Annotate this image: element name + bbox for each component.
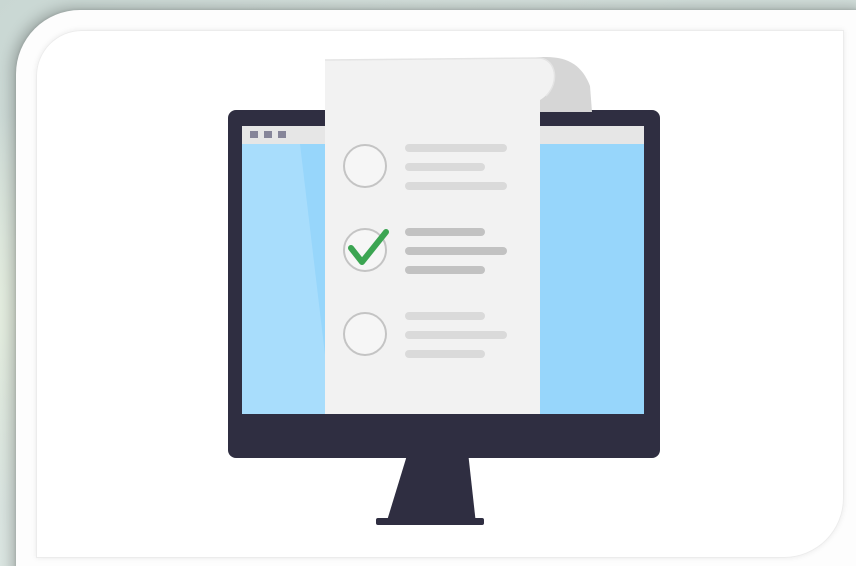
- browser-dot-3: [278, 131, 286, 138]
- item-2-line-1: [405, 228, 485, 236]
- monitor-base: [376, 518, 484, 525]
- item-1-line-3: [405, 182, 507, 190]
- browser-dot-2: [264, 131, 272, 138]
- item-2-line-2: [405, 247, 507, 255]
- browser-dot-1: [250, 131, 258, 138]
- item-3-line-2: [405, 331, 507, 339]
- item-2-line-3: [405, 266, 485, 274]
- checkbox-circle-1: [343, 144, 387, 188]
- item-3-line-1: [405, 312, 485, 320]
- checklist-monitor-illustration: [228, 57, 660, 525]
- item-1-line-1: [405, 144, 507, 152]
- item-1-line-2: [405, 163, 485, 171]
- item-3-line-3: [405, 350, 485, 358]
- checkbox-circle-3: [343, 312, 387, 356]
- monitor-stand: [386, 452, 476, 524]
